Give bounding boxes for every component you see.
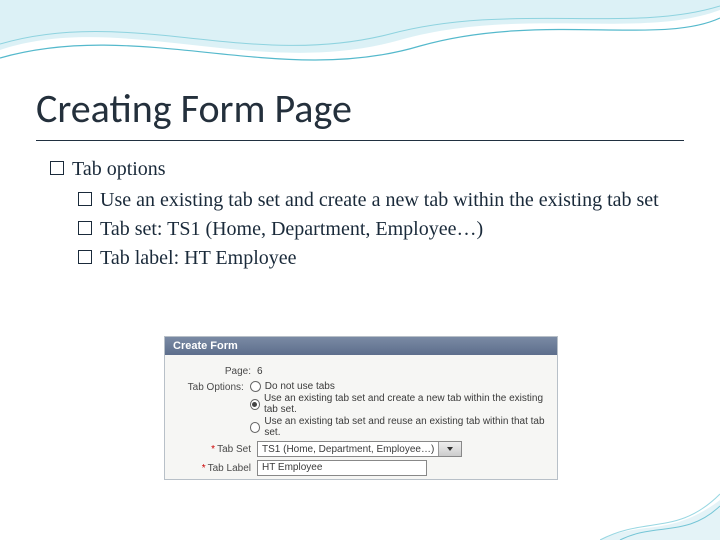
bullet-text: Tab label: HT Employee xyxy=(100,247,297,269)
radio-label: Do not use tabs xyxy=(265,381,335,392)
page-value: 6 xyxy=(257,366,263,377)
bullet-lvl2: Use an existing tab set and create a new… xyxy=(78,187,670,214)
embedded-screenshot: Create Form Page: 6 Tab Options: Do not … xyxy=(164,336,558,480)
bullet-box-icon xyxy=(78,250,92,264)
bullet-box-icon xyxy=(78,221,92,235)
bullet-lvl1: Tab options xyxy=(50,156,670,183)
page-label: Page: xyxy=(173,366,257,377)
decorative-wave xyxy=(0,0,720,90)
radio-label: Use an existing tab set and reuse an exi… xyxy=(264,416,549,438)
required-icon: * xyxy=(211,444,215,455)
chevron-down-icon xyxy=(438,442,461,456)
bullet-box-icon xyxy=(78,192,92,206)
tab-options-label: Tab Options: xyxy=(173,381,250,393)
tab-set-label: *Tab Set xyxy=(173,444,257,455)
bullet-lvl2: Tab set: TS1 (Home, Department, Employee… xyxy=(78,216,670,243)
form-header: Create Form xyxy=(165,337,557,355)
slide-title: Creating Form Page xyxy=(36,84,352,133)
required-icon: * xyxy=(202,463,206,474)
tab-label-input[interactable]: HT Employee xyxy=(257,460,427,476)
radio-icon xyxy=(250,422,261,433)
radio-do-not-use-tabs[interactable]: Do not use tabs xyxy=(250,381,549,392)
bullet-text: Use an existing tab set and create a new… xyxy=(100,189,659,211)
radio-use-existing-create-new[interactable]: Use an existing tab set and create a new… xyxy=(250,393,549,415)
radio-icon xyxy=(250,381,261,392)
bullet-text: Tab options xyxy=(72,158,166,180)
title-rule xyxy=(36,140,684,141)
radio-icon xyxy=(250,399,260,410)
tab-label-label: *Tab Label xyxy=(173,463,257,474)
slide-body: Tab options Use an existing tab set and … xyxy=(50,156,670,274)
select-value: TS1 (Home, Department, Employee…) xyxy=(258,444,438,455)
bullet-text: Tab set: TS1 (Home, Department, Employee… xyxy=(100,218,483,240)
bullet-lvl2: Tab label: HT Employee xyxy=(78,245,670,272)
radio-label: Use an existing tab set and create a new… xyxy=(264,393,549,415)
decorative-corner xyxy=(600,450,720,540)
bullet-box-icon xyxy=(50,161,64,175)
radio-use-existing-reuse[interactable]: Use an existing tab set and reuse an exi… xyxy=(250,416,549,438)
tab-set-select[interactable]: TS1 (Home, Department, Employee…) xyxy=(257,441,462,457)
